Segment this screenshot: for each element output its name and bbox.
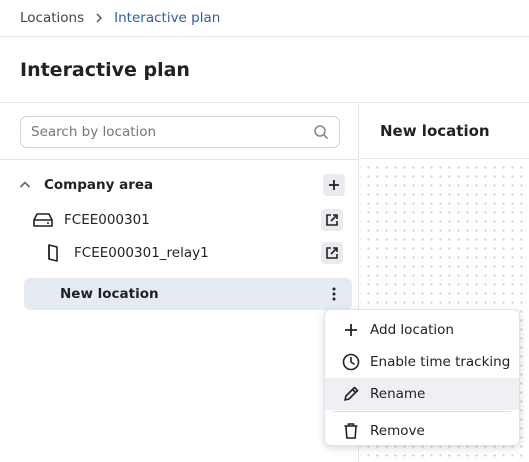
tree-item-label: Company area bbox=[44, 177, 154, 193]
context-menu: Add location Enable time tracking Rename… bbox=[324, 309, 520, 446]
breadcrumb-current[interactable]: Interactive plan bbox=[114, 10, 220, 26]
page-title: Interactive plan bbox=[20, 59, 190, 81]
menu-item-add-location[interactable]: Add location bbox=[325, 314, 519, 346]
more-options-button[interactable] bbox=[323, 284, 345, 304]
search-box[interactable] bbox=[20, 116, 340, 148]
tree-item-company-area[interactable]: Company area bbox=[18, 174, 153, 196]
trash-icon bbox=[341, 421, 361, 441]
search-icon[interactable] bbox=[313, 124, 329, 140]
menu-item-label: Rename bbox=[370, 386, 426, 402]
location-tree-panel: Company area FCEE000301 FCEE000301_relay… bbox=[0, 104, 359, 462]
clock-icon bbox=[341, 352, 361, 372]
external-link-icon bbox=[326, 214, 338, 226]
tree-item-gateway[interactable]: FCEE000301 bbox=[32, 208, 150, 232]
tree-item-relay[interactable]: FCEE000301_relay1 bbox=[46, 241, 209, 265]
external-link-icon bbox=[326, 247, 338, 259]
pencil-icon bbox=[341, 384, 361, 404]
tree-item-label: New location bbox=[60, 286, 159, 302]
menu-item-label: Remove bbox=[370, 423, 425, 439]
chevron-right-icon bbox=[94, 12, 104, 24]
detail-header: New location bbox=[360, 104, 529, 159]
menu-divider bbox=[333, 411, 511, 412]
search-input[interactable] bbox=[31, 124, 313, 140]
tree-item-label: FCEE000301_relay1 bbox=[74, 245, 209, 261]
tree-item-new-location[interactable]: New location bbox=[24, 278, 352, 310]
detail-title: New location bbox=[380, 122, 490, 140]
breadcrumb-locations-link[interactable]: Locations bbox=[20, 10, 84, 26]
chevron-up-icon[interactable] bbox=[18, 178, 32, 192]
open-external-button[interactable] bbox=[321, 242, 343, 264]
add-location-button[interactable] bbox=[323, 174, 345, 196]
more-vertical-icon bbox=[332, 287, 336, 301]
menu-item-label: Add location bbox=[370, 322, 454, 338]
plus-icon bbox=[329, 180, 339, 190]
menu-item-rename[interactable]: Rename bbox=[325, 378, 519, 410]
plus-icon bbox=[341, 320, 361, 340]
breadcrumb: Locations Interactive plan bbox=[0, 0, 529, 37]
page-header: Interactive plan bbox=[0, 38, 529, 103]
gateway-device-icon bbox=[32, 211, 54, 229]
open-external-button[interactable] bbox=[321, 209, 343, 231]
menu-item-label: Enable time tracking bbox=[370, 354, 511, 370]
tree-item-label: FCEE000301 bbox=[64, 212, 150, 228]
divider bbox=[0, 159, 359, 160]
door-relay-icon bbox=[46, 243, 60, 263]
menu-item-remove[interactable]: Remove bbox=[325, 415, 519, 447]
menu-item-enable-time-tracking[interactable]: Enable time tracking bbox=[325, 346, 519, 378]
